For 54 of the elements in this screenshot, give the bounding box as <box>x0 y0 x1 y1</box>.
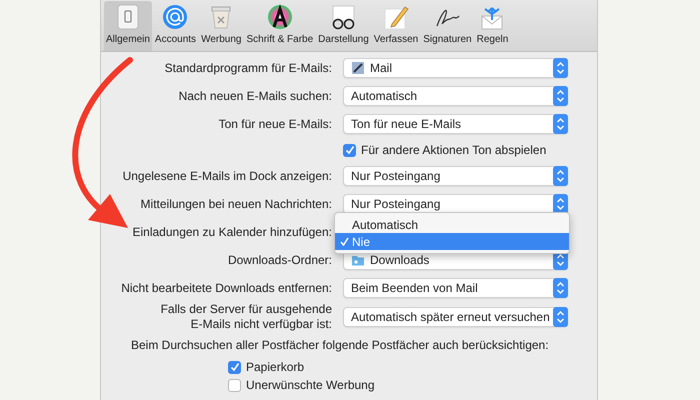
setting-label: Nicht bearbeitete Downloads entfernen: <box>120 280 333 296</box>
popup-button[interactable]: Nur Posteingang <box>343 194 568 214</box>
color-wheel-icon <box>266 4 293 30</box>
stepper-arrows-icon <box>553 114 568 134</box>
setting-label: Standardprogramm für E-Mails: <box>164 60 333 76</box>
checkbox-label: Papierkorb <box>246 360 304 374</box>
popup-value: Beim Beenden von Mail <box>351 281 479 295</box>
stepper-arrows-icon <box>553 166 568 186</box>
checkbox-label: Für andere Aktionen Ton abspielen <box>361 143 546 157</box>
at-sign-icon <box>162 4 188 30</box>
switch-icon <box>114 4 141 30</box>
popup-value: Automatisch später erneut versuchen <box>351 310 550 324</box>
popup-button[interactable]: Automatisch später erneut versuchen <box>343 307 568 327</box>
popup-value: Nur Posteingang <box>351 169 442 183</box>
pencil-icon <box>383 4 409 30</box>
popup-button[interactable]: Nur Posteingang <box>343 166 568 186</box>
section-heading: Beim Durchsuchen aller Postfächer folgende Postfächer auch berücksichtigen: <box>131 338 549 352</box>
stepper-arrows-icon <box>553 307 568 327</box>
popup-button[interactable]: Beim Beenden von Mail <box>343 278 568 298</box>
setting-label: Einladungen zu Kalender hinzufügen: <box>132 224 333 240</box>
popup-button[interactable]: Mail <box>343 58 568 78</box>
popup-value: Automatisch <box>351 89 418 103</box>
popup-value: Downloads <box>370 253 430 267</box>
toolbar-tab[interactable]: Werbung <box>199 1 244 51</box>
toolbar-tab[interactable]: Allgemein <box>104 1 152 51</box>
popup-value: Ton für neue E-Mails <box>351 117 462 131</box>
toolbar-tab[interactable]: Verfassen <box>372 1 420 51</box>
popup-value: Mail <box>370 61 394 75</box>
glasses-icon <box>330 4 356 30</box>
popup-button[interactable]: Automatisch <box>343 86 568 106</box>
checkmark-icon <box>340 237 349 246</box>
checkbox[interactable] <box>228 378 241 392</box>
checkbox[interactable] <box>228 360 241 374</box>
checkbox[interactable] <box>343 144 356 156</box>
folder-icon <box>351 253 365 267</box>
toolbar-tab[interactable]: Schrift & Farbe <box>244 1 316 51</box>
setting-label: Falls der Server für ausgehende E-Mails nicht verfügbar ist: <box>160 302 333 332</box>
checkbox-label: Unerwünschte Werbung <box>246 378 375 392</box>
popup-button[interactable]: Ton für neue E-Mails <box>343 114 568 134</box>
setting-label: Mitteilungen bei neuen Nachrichten: <box>140 196 333 212</box>
setting-label: Nach neuen E-Mails suchen: <box>178 88 333 104</box>
menu-item[interactable]: Nie <box>335 233 569 250</box>
toolbar-tab[interactable]: Darstellung <box>316 1 371 51</box>
stepper-arrows-icon <box>553 86 568 106</box>
toolbar-tab[interactable]: Signaturen <box>421 1 474 51</box>
setting-label: Ungelesene E-Mails im Dock anzeigen: <box>122 168 333 184</box>
setting-label: Ton für neue E-Mails: <box>218 116 333 132</box>
stepper-arrows-icon <box>553 278 568 298</box>
menu-item[interactable]: Automatisch <box>335 216 569 233</box>
popup-value: Nur Posteingang <box>351 197 442 211</box>
toolbar-tab[interactable]: Regeln <box>474 1 510 51</box>
stepper-arrows-icon <box>553 58 568 78</box>
toolbar-tab[interactable]: Accounts <box>152 1 198 51</box>
setting-label: Downloads-Ordner: <box>226 252 333 268</box>
